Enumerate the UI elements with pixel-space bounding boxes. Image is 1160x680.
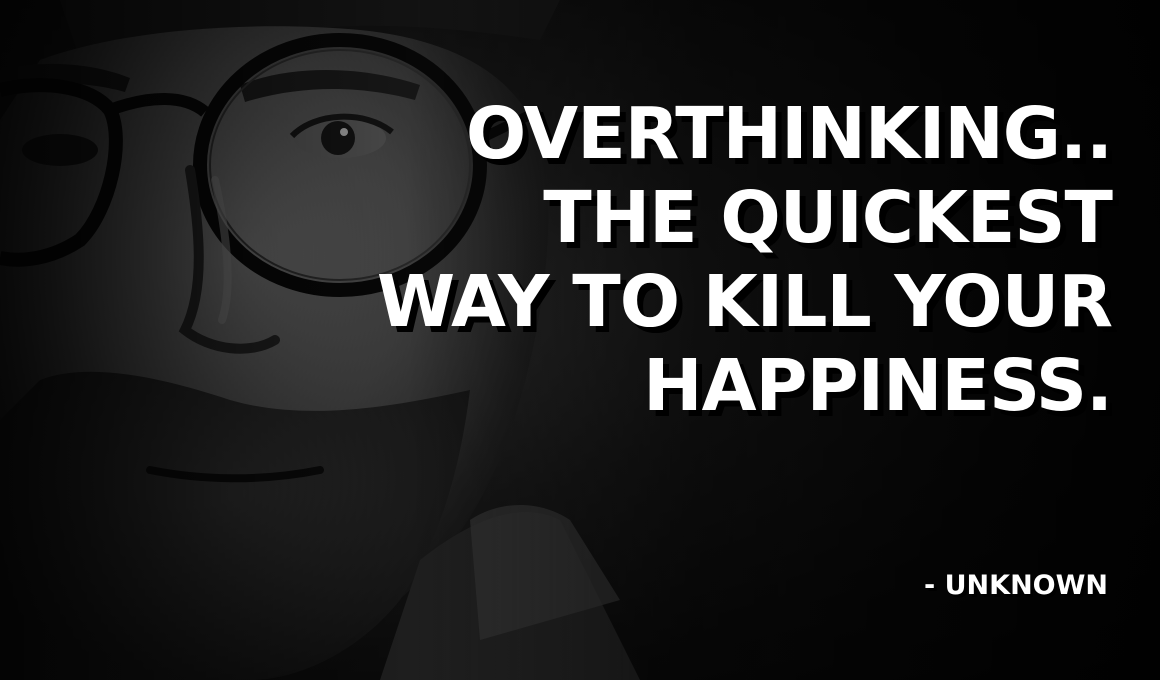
- quote-image: OVERTHINKING.. THE QUICKEST WAY TO KILL …: [0, 0, 1160, 680]
- quote-author: - UNKNOWN: [924, 570, 1108, 601]
- quote-line-2: THE QUICKEST: [543, 176, 1113, 259]
- quote-text: OVERTHINKING.. THE QUICKEST WAY TO KILL …: [352, 92, 1113, 428]
- quote-line-3: WAY TO KILL YOUR: [376, 260, 1113, 343]
- quote-line-1: OVERTHINKING..: [465, 92, 1113, 175]
- quote-line-4: HAPPINESS.: [643, 344, 1113, 427]
